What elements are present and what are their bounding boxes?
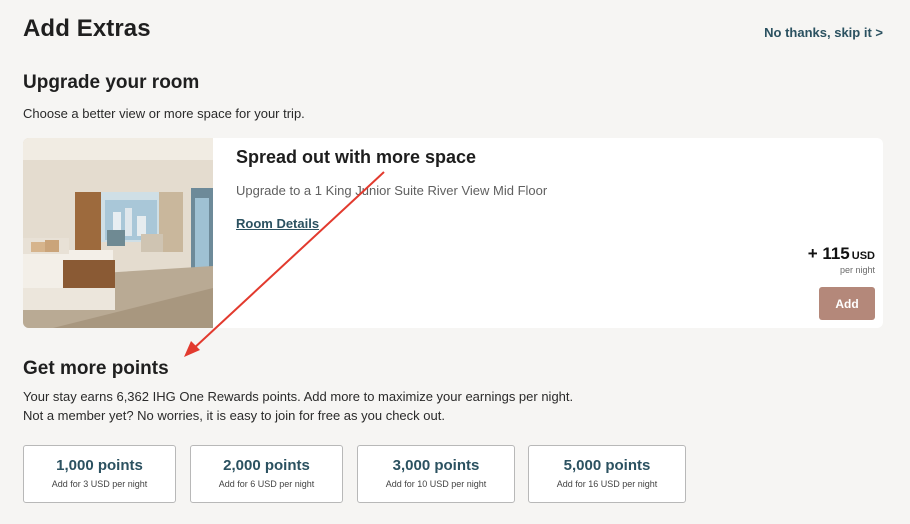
points-option-price: Add for 10 USD per night [385, 479, 487, 489]
points-option-label: 1,000 points [56, 457, 143, 474]
points-option-price: Add for 16 USD per night [556, 479, 658, 489]
page-title: Add Extras [23, 15, 151, 42]
points-option-price: Add for 6 USD per night [218, 479, 315, 489]
points-description-line1: Your stay earns 6,362 IHG One Rewards po… [23, 389, 574, 404]
upgrade-description: Choose a better view or more space for y… [23, 106, 305, 121]
points-option-label: 5,000 points [563, 457, 651, 474]
price-unit: per night [839, 265, 875, 275]
upgrade-heading: Upgrade your room [23, 72, 200, 93]
price-amount: + 115 [807, 244, 850, 263]
points-option-price: Add for 3 USD per night [51, 479, 148, 489]
points-option-1000[interactable]: 1,000 points Add for 3 USD per night [23, 445, 176, 503]
upgrade-card-title: Spread out with more space [236, 147, 477, 167]
upgrade-card-subtitle: Upgrade to a 1 King Junior Suite River V… [236, 183, 548, 198]
add-upgrade-button[interactable]: Add [819, 287, 875, 320]
points-heading: Get more points [23, 358, 169, 379]
points-option-2000[interactable]: 2,000 points Add for 6 USD per night [190, 445, 343, 503]
skip-link[interactable]: No thanks, skip it > [764, 25, 883, 40]
points-option-3000[interactable]: 3,000 points Add for 10 USD per night [357, 445, 515, 503]
points-option-label: 2,000 points [223, 457, 310, 474]
points-description-line2: Not a member yet? No worries, it is easy… [23, 408, 445, 423]
points-option-label: 3,000 points [392, 457, 480, 474]
room-photo [23, 138, 213, 328]
upgrade-price: + 115 USD per night [808, 244, 875, 275]
room-upgrade-card: Spread out with more space Upgrade to a … [23, 138, 883, 328]
price-currency: USD [851, 250, 875, 262]
room-details-link[interactable]: Room Details [236, 216, 319, 231]
points-option-5000[interactable]: 5,000 points Add for 16 USD per night [528, 445, 686, 503]
add-extras-page: Add Extras No thanks, skip it > Upgrade … [0, 0, 910, 524]
